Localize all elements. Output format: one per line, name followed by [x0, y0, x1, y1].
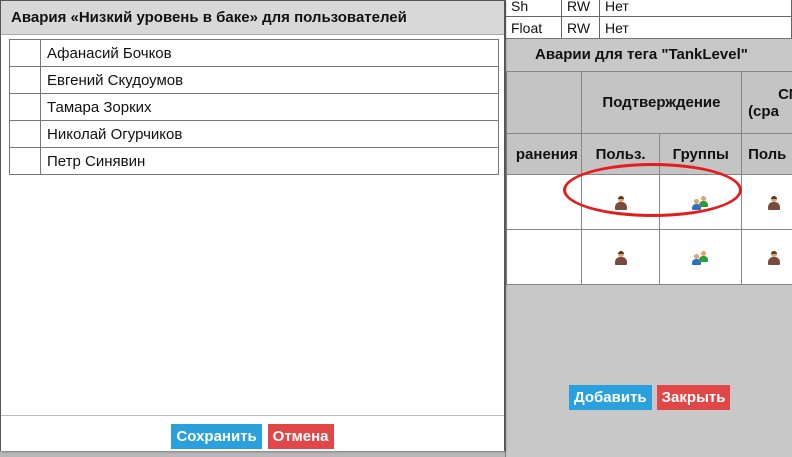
user-name: Петр Синявин [40, 147, 499, 175]
right-users-cell[interactable] [741, 174, 792, 230]
user-row[interactable]: Афанасий Бочков [9, 39, 499, 67]
user-icon[interactable] [614, 250, 627, 265]
tag-value-cell: Нет [599, 0, 792, 17]
right-group-header: СМ (сра [741, 71, 792, 134]
confirm-users-cell[interactable] [580, 229, 661, 285]
alarm-grid: Подтверждение СМ (сра ранения Польз. Гру… [506, 71, 792, 285]
close-button[interactable]: Закрыть [656, 385, 731, 410]
alarm-cell [506, 174, 582, 230]
user-group-icon[interactable] [691, 195, 710, 210]
save-button[interactable]: Сохранить [171, 424, 262, 449]
user-select-cell[interactable] [9, 93, 41, 121]
alarm-cell [506, 229, 582, 285]
tag-table-row: Sh RW Нет [505, 0, 792, 17]
user-name: Тамара Зоркиx [40, 93, 499, 121]
tag-table: Sh RW Нет Float RW Нет [505, 0, 792, 39]
tag-alarms-window: Аварии для тега "TankLevel" Подтверждени… [505, 38, 792, 457]
user-list: Афанасий Бочков Евгений Скудоумов Тамара… [9, 39, 499, 175]
cancel-button[interactable]: Отмена [267, 424, 334, 449]
user-icon[interactable] [614, 195, 627, 210]
alarm-row [506, 229, 792, 285]
tag-type-cell: Float [505, 16, 562, 39]
right-users-column-header: Поль [741, 133, 792, 175]
alarm-window-buttons: Добавить Закрыть [569, 385, 731, 410]
user-row[interactable]: Петр Синявин [9, 147, 499, 175]
user-icon[interactable] [768, 250, 781, 265]
confirm-groups-cell[interactable] [659, 174, 743, 230]
user-name: Афанасий Бочков [40, 39, 499, 67]
user-name: Николай Огурчиков [40, 120, 499, 148]
right-group-header-line2: (сра [748, 102, 779, 120]
alarm-grid-header-empty [506, 71, 582, 134]
storage-column-header: ранения [506, 133, 582, 175]
dialog-title: Авария «Низкий уровень в баке» для польз… [1, 1, 504, 35]
user-icon[interactable] [768, 195, 781, 210]
confirm-users-cell[interactable] [580, 174, 661, 230]
user-select-cell[interactable] [9, 120, 41, 148]
tag-access-cell: RW [561, 0, 600, 17]
user-select-cell[interactable] [9, 39, 41, 67]
groups-column-header: Группы [659, 133, 743, 175]
add-button[interactable]: Добавить [569, 385, 652, 410]
right-group-header-line1: СМ [778, 85, 792, 103]
dialog-footer: Сохранить Отмена [1, 415, 504, 451]
user-select-cell[interactable] [9, 66, 41, 94]
user-select-cell[interactable] [9, 147, 41, 175]
user-row[interactable]: Николай Огурчиков [9, 120, 499, 148]
confirm-groups-cell[interactable] [659, 229, 743, 285]
tag-table-row: Float RW Нет [505, 16, 792, 39]
confirm-group-header: Подтверждение [580, 71, 743, 134]
user-row[interactable]: Тамара Зоркиx [9, 93, 499, 121]
tag-type-cell: Sh [505, 0, 562, 17]
users-column-header: Польз. [580, 133, 661, 175]
user-row[interactable]: Евгений Скудоумов [9, 66, 499, 94]
tag-value-cell: Нет [599, 16, 792, 39]
alarm-users-dialog: Авария «Низкий уровень в баке» для польз… [0, 0, 505, 451]
user-name: Евгений Скудоумов [40, 66, 499, 94]
alarm-row [506, 174, 792, 230]
user-group-icon[interactable] [691, 250, 710, 265]
right-users-cell[interactable] [741, 229, 792, 285]
tag-access-cell: RW [561, 16, 600, 39]
tag-alarms-window-title: Аварии для тега "TankLevel" [506, 39, 792, 71]
